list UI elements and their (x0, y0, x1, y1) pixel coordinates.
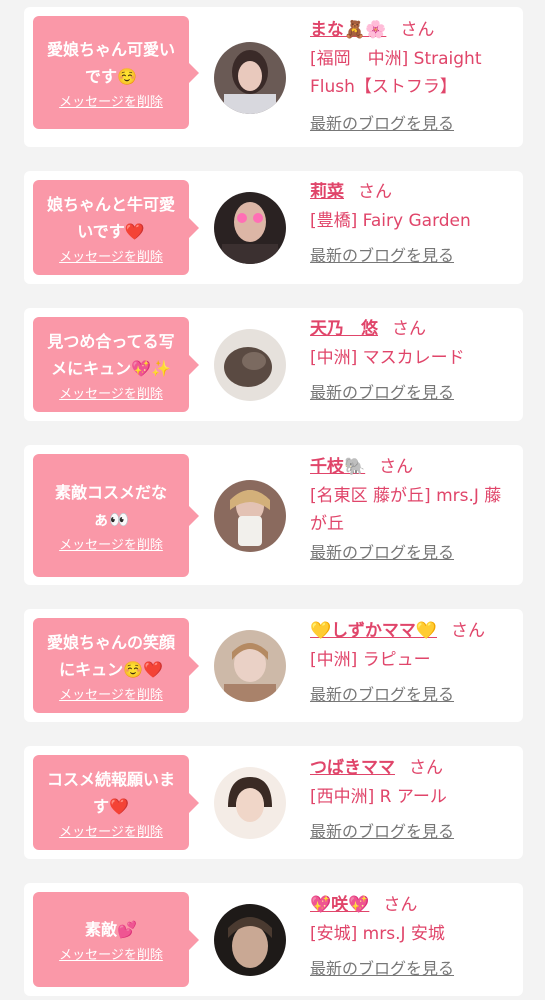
shop-name: [安城] mrs.J 安城 (310, 924, 445, 944)
shop-name: [西中洲] R アール (310, 787, 447, 807)
name-line: 千枝🐘 さん (310, 454, 515, 480)
user-info: 💛しずかママ💛 さん [中洲] ラピュー 最新のブログを見る (310, 618, 515, 706)
avatar[interactable] (214, 480, 286, 552)
message-bubble: 愛娘ちゃん可愛いです☺️ メッセージを削除 (33, 16, 199, 129)
avatar[interactable] (214, 904, 286, 976)
delete-message-link[interactable]: メッセージを削除 (59, 947, 163, 965)
message-card: 見つめ合ってる写メにキュン💖✨ メッセージを削除 天乃 悠さん [中洲] マスカ… (24, 308, 523, 421)
message-text: 愛娘ちゃん可愛いです☺️ (46, 39, 175, 86)
message-text: 素敵コスメだなぁ👀 (54, 482, 167, 529)
honorific: さん (409, 758, 443, 778)
user-info: 千枝🐘 さん [名東区 藤が丘] mrs.J 藤が丘 最新のブログを見る (310, 454, 515, 564)
delete-message-link[interactable]: メッセージを削除 (59, 537, 163, 555)
user-info: つばきママ さん [西中洲] R アール 最新のブログを見る (310, 755, 515, 843)
avatar[interactable] (214, 767, 286, 839)
message-card: 娘ちゃんと牛可愛いです❤️ メッセージを削除 莉菜 さん [豊橋] Fairy G… (24, 171, 523, 284)
message-bubble: 愛娘ちゃんの笑顔にキュン☺️❤️ メッセージを削除 (33, 618, 199, 713)
message-text: 娘ちゃんと牛可愛いです❤️ (46, 194, 175, 241)
latest-blog-link[interactable]: 最新のブログを見る (310, 821, 454, 843)
shop-name: [福岡 中洲] Straight Flush【ストフラ】 (310, 49, 482, 97)
name-line: 💛しずかママ💛 さん (310, 618, 515, 644)
avatar[interactable] (214, 630, 286, 702)
name-line: 💖咲💖 さん (310, 892, 515, 918)
shop-name: [豊橋] Fairy Garden (310, 211, 471, 231)
shop-name: [中洲] ラピュー (310, 650, 431, 670)
user-info: 💖咲💖 さん [安城] mrs.J 安城 最新のブログを見る (310, 892, 515, 980)
honorific: さん (358, 182, 392, 202)
honorific: さん (383, 895, 418, 915)
user-name-link[interactable]: 莉菜 (310, 182, 344, 202)
user-name-link[interactable]: まな🧸🌸 (310, 20, 386, 40)
user-info: 莉菜 さん [豊橋] Fairy Garden 最新のブログを見る (310, 179, 515, 267)
message-list: 愛娘ちゃん可愛いです☺️ メッセージを削除 まな🧸🌸 さん [福岡 中洲] Str… (0, 0, 545, 1000)
avatar[interactable] (214, 42, 286, 114)
message-bubble: 娘ちゃんと牛可愛いです❤️ メッセージを削除 (33, 180, 199, 275)
message-bubble: 素敵💕 メッセージを削除 (33, 892, 199, 987)
name-line: つばきママ さん (310, 755, 515, 781)
user-name-link[interactable]: 💖咲💖 (310, 895, 369, 915)
name-line: 莉菜 さん (310, 179, 515, 205)
name-line: まな🧸🌸 さん (310, 17, 515, 43)
message-text: 素敵💕 (85, 920, 137, 939)
message-bubble: 素敵コスメだなぁ👀 メッセージを削除 (33, 454, 199, 577)
message-card: 愛娘ちゃん可愛いです☺️ メッセージを削除 まな🧸🌸 さん [福岡 中洲] Str… (24, 7, 523, 147)
user-name-link[interactable]: 天乃 悠 (310, 319, 378, 339)
honorific: さん (379, 457, 414, 477)
message-card: 素敵コスメだなぁ👀 メッセージを削除 千枝🐘 さん [名東区 藤が丘] mrs.J… (24, 445, 523, 585)
delete-message-link[interactable]: メッセージを削除 (59, 687, 163, 705)
latest-blog-link[interactable]: 最新のブログを見る (310, 542, 454, 564)
shop-name: [中洲] マスカレード (310, 348, 465, 368)
avatar[interactable] (214, 192, 286, 264)
message-card: 素敵💕 メッセージを削除 💖咲💖 さん [安城] mrs.J 安城 最新のブログを… (24, 883, 523, 996)
delete-message-link[interactable]: メッセージを削除 (59, 94, 163, 112)
message-bubble: 見つめ合ってる写メにキュン💖✨ メッセージを削除 (33, 317, 199, 412)
honorific: さん (392, 319, 426, 339)
message-text: 愛娘ちゃんの笑顔にキュン☺️❤️ (46, 632, 175, 679)
delete-message-link[interactable]: メッセージを削除 (59, 249, 163, 267)
user-name-link[interactable]: 千枝🐘 (310, 457, 365, 477)
latest-blog-link[interactable]: 最新のブログを見る (310, 382, 454, 404)
user-info: 天乃 悠さん [中洲] マスカレード 最新のブログを見る (310, 316, 515, 404)
message-card: 愛娘ちゃんの笑顔にキュン☺️❤️ メッセージを削除 💛しずかママ💛 さん [中洲]… (24, 609, 523, 722)
user-name-link[interactable]: 💛しずかママ💛 (310, 621, 437, 641)
honorific: さん (400, 20, 435, 40)
honorific: さん (451, 621, 485, 641)
delete-message-link[interactable]: メッセージを削除 (59, 824, 163, 842)
message-card: コスメ続報願います❤️ メッセージを削除 つばきママ さん [西中洲] R アール… (24, 746, 523, 859)
user-name-link[interactable]: つばきママ (310, 758, 395, 778)
latest-blog-link[interactable]: 最新のブログを見る (310, 684, 454, 706)
shop-name: [名東区 藤が丘] mrs.J 藤が丘 (310, 486, 502, 534)
latest-blog-link[interactable]: 最新のブログを見る (310, 958, 454, 980)
latest-blog-link[interactable]: 最新のブログを見る (310, 245, 454, 267)
name-line: 天乃 悠さん (310, 316, 515, 342)
message-text: コスメ続報願います❤️ (46, 769, 175, 816)
latest-blog-link[interactable]: 最新のブログを見る (310, 113, 454, 135)
delete-message-link[interactable]: メッセージを削除 (59, 386, 163, 404)
avatar[interactable] (214, 329, 286, 401)
message-bubble: コスメ続報願います❤️ メッセージを削除 (33, 755, 199, 850)
message-text: 見つめ合ってる写メにキュン💖✨ (47, 331, 175, 378)
user-info: まな🧸🌸 さん [福岡 中洲] Straight Flush【ストフラ】 最新のブ… (310, 17, 515, 135)
